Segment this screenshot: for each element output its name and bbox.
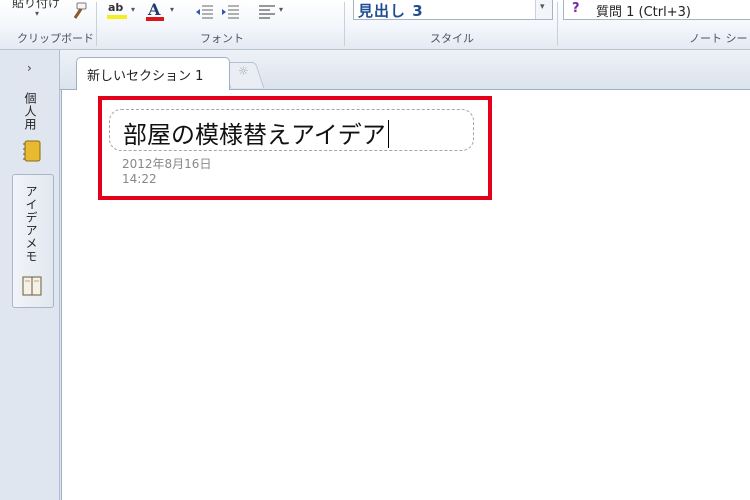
group-separator [96,2,97,46]
font-color-icon[interactable]: A [145,0,167,22]
style-dropdown-button[interactable]: ▾ [535,0,552,19]
highlight-letters: ab [108,1,124,14]
section-tab-active[interactable]: 新しいセクション 1 [76,57,230,91]
collapse-sidebar-button[interactable]: › [27,61,32,75]
group-label-tags: ノート シー [689,32,748,45]
page-title-field[interactable]: 部屋の模様替えアイデア [109,109,474,151]
align-left-icon[interactable] [258,4,276,20]
page-title-wrap: 部屋の模様替えアイデア [123,115,389,150]
group-label-font: フォント [200,32,244,45]
style-value: 見出し 3 [358,2,424,20]
page-date: 2012年8月16日 [122,157,212,171]
notebook-sidebar: › 個人用 アイデアメモ [0,50,60,500]
ribbon: 貼り付け ▾ クリップボード ab ▾ A ▾ ▾ フォント 見出し 3 ▾ ス… [0,0,750,50]
workspace: › 個人用 アイデアメモ ☼ 新しいセクション 1 部屋の模様替えアイデア 20… [0,50,750,500]
paste-dropdown-arrow[interactable]: ▾ [35,9,39,18]
highlight-color-icon[interactable]: ab [106,1,128,21]
group-separator [557,2,558,46]
format-painter-icon[interactable] [70,2,90,20]
highlight-dropdown-arrow[interactable]: ▾ [131,5,135,14]
group-label-style: スタイル [430,32,474,45]
increase-indent-icon[interactable] [222,4,240,20]
text-caret [387,120,389,148]
font-color-dropdown-arrow[interactable]: ▾ [170,5,174,14]
notebook-open-icon [22,276,42,296]
align-dropdown-arrow[interactable]: ▾ [279,5,283,14]
style-gallery[interactable]: 見出し 3 ▾ [353,0,553,20]
section-tab-strip: ☼ 新しいセクション 1 [60,50,750,91]
tag-gallery[interactable]: ? 質問 1 (Ctrl+3) [563,0,750,20]
group-label-clipboard: クリップボード [17,32,94,45]
chevron-down-icon: ▾ [540,2,545,12]
note-page[interactable]: 部屋の模様替えアイデア 2012年8月16日 14:22 [61,90,750,500]
highlight-color-bar [107,15,127,19]
decrease-indent-icon[interactable] [196,4,214,20]
notebook-label: アイデアメモ [24,185,38,263]
notebook-label: 個人用 [23,92,37,131]
group-separator [344,2,345,46]
notebook-tab-personal[interactable]: 個人用 [12,90,54,166]
new-section-icon[interactable]: ☼ [238,64,249,78]
notebook-yellow-icon [23,140,41,162]
question-tag-icon: ? [572,1,580,16]
tag-value: 質問 1 (Ctrl+3) [596,5,691,20]
page-time: 14:22 [122,172,157,186]
page-title: 部屋の模様替えアイデア [123,121,386,149]
font-color-bar [146,17,164,21]
section-tab-label: 新しいセクション 1 [87,69,204,84]
notebook-tab-idea-memo[interactable]: アイデアメモ [12,174,54,308]
